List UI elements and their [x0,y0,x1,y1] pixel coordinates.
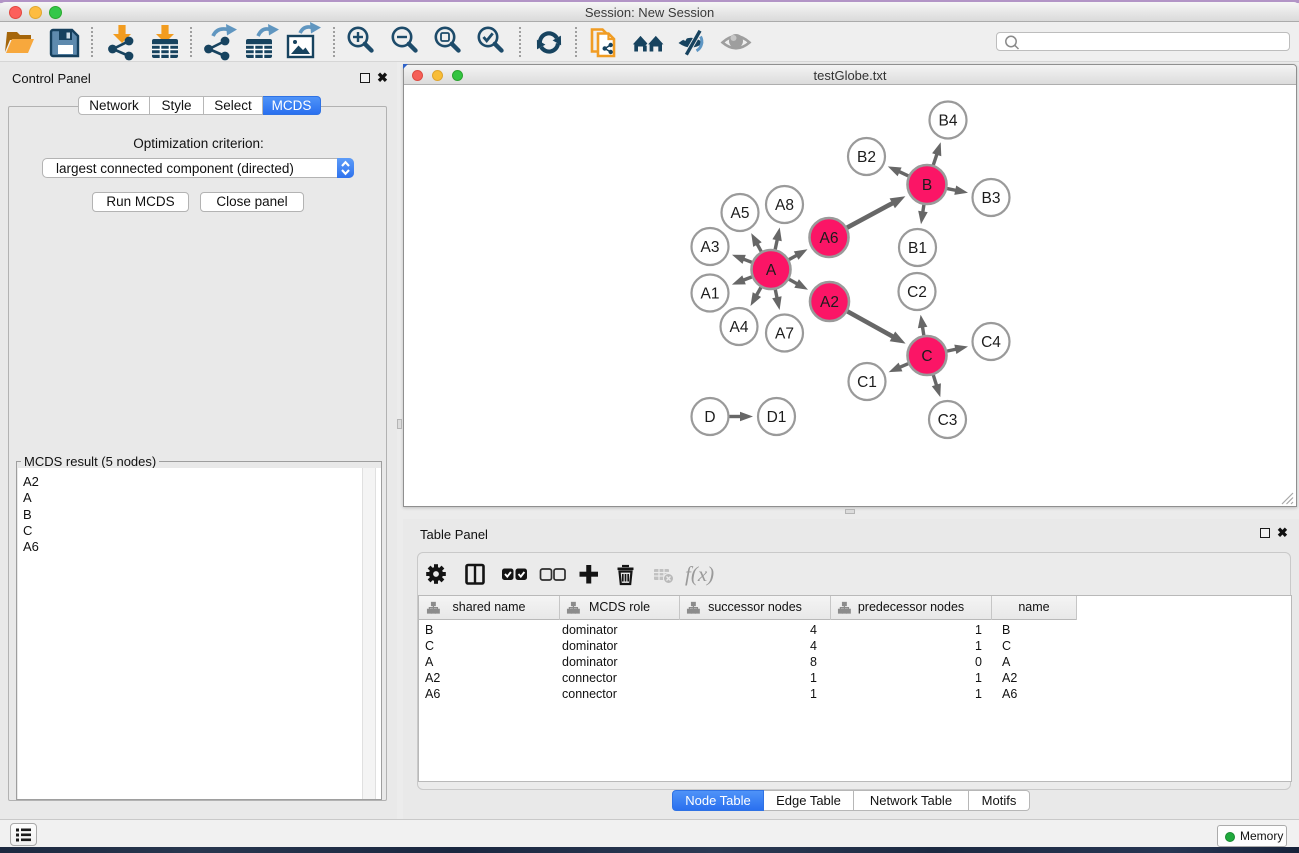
svg-text:C: C [921,348,932,365]
svg-text:A8: A8 [775,197,794,214]
svg-text:C3: C3 [938,412,958,429]
svg-text:B1: B1 [908,240,927,257]
svg-text:D: D [704,409,715,426]
svg-text:B3: B3 [982,190,1001,207]
svg-text:f(x): f(x) [685,562,714,586]
svg-text:B4: B4 [939,113,958,130]
svg-text:A3: A3 [701,239,720,256]
svg-text:C2: C2 [907,284,927,301]
svg-text:B: B [922,177,932,194]
svg-text:C4: C4 [981,334,1001,351]
svg-text:A1: A1 [701,286,720,303]
svg-text:A4: A4 [730,319,749,336]
svg-text:C1: C1 [857,374,877,391]
svg-text:A7: A7 [775,326,794,343]
svg-text:A2: A2 [820,294,839,311]
svg-text:D1: D1 [767,409,787,426]
svg-text:B2: B2 [857,149,876,166]
svg-text:A: A [766,262,777,279]
svg-text:A5: A5 [731,205,750,222]
svg-text:A6: A6 [820,230,839,247]
